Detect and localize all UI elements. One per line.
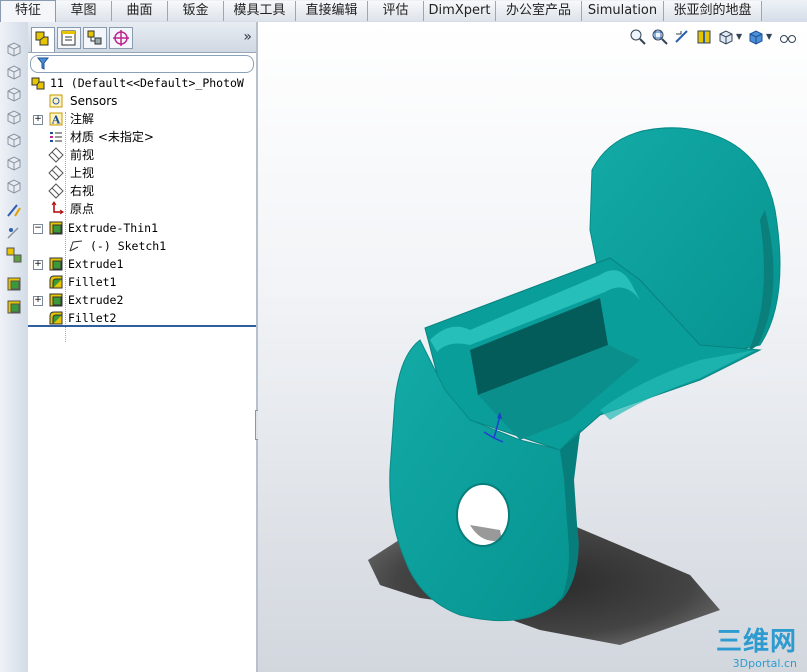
- feature-manager-icon: [35, 31, 49, 46]
- tree-item-label: Sensors: [70, 94, 118, 108]
- 3d-part-model[interactable]: [258, 22, 807, 672]
- cube-icon[interactable]: [5, 154, 23, 172]
- tab-sketch[interactable]: 草图: [56, 1, 112, 21]
- extrude-icon: [49, 257, 63, 271]
- expand-panel-button[interactable]: »: [243, 29, 252, 45]
- tree-item-label: 注解: [70, 112, 95, 126]
- plane-icon: [48, 165, 64, 181]
- expand-toggle[interactable]: +: [33, 115, 43, 125]
- watermark-logo: 三维网: [715, 627, 797, 657]
- graphics-area[interactable]: ▼ ▼ 三维网 3Dportal.cn: [258, 22, 807, 672]
- cube-icon[interactable]: [5, 85, 23, 103]
- cube-icon[interactable]: [5, 131, 23, 149]
- collapse-toggle[interactable]: −: [33, 224, 43, 234]
- cube-icon[interactable]: [5, 177, 23, 195]
- tab-office-products[interactable]: 办公室产品: [496, 1, 582, 21]
- tree-item-label: Extrude2: [68, 293, 124, 307]
- tree-item-label: (-) Sketch1: [90, 239, 167, 253]
- expand-toggle[interactable]: +: [33, 260, 43, 270]
- sensors-icon: [49, 94, 63, 108]
- tab-features[interactable]: 特征: [0, 0, 56, 22]
- command-manager-tabs: 特征 草图 曲面 钣金 模具工具 直接编辑 评估 DimXpert 办公室产品 …: [0, 0, 807, 23]
- tab-custom[interactable]: 张亚剑的地盘: [664, 1, 762, 21]
- pattern-icon[interactable]: [5, 246, 23, 264]
- tree-item-label: 前视: [70, 148, 95, 162]
- rollback-bar[interactable]: [28, 325, 256, 327]
- svg-text:A: A: [51, 114, 61, 127]
- plane-icon: [48, 147, 64, 163]
- cube-icon[interactable]: [5, 63, 23, 81]
- extrude-icon: [49, 293, 63, 307]
- tab-surfaces[interactable]: 曲面: [112, 1, 168, 21]
- smart-dimension-icon[interactable]: [5, 202, 23, 220]
- tree-guide-line: [65, 112, 67, 342]
- reference-geometry-icon[interactable]: [5, 224, 23, 242]
- tab-dimxpert-manager[interactable]: [109, 27, 133, 49]
- tab-property-manager[interactable]: [57, 27, 81, 49]
- tree-item-label: Fillet1: [68, 275, 117, 289]
- extrude-icon[interactable]: [5, 275, 23, 293]
- watermark-url: 3Dportal.cn: [732, 657, 797, 670]
- tree-item-label: 原点: [70, 202, 95, 216]
- annotations-icon: A: [49, 112, 63, 127]
- expand-toggle[interactable]: +: [33, 296, 43, 306]
- property-manager-icon: [61, 30, 76, 46]
- cube-icon[interactable]: [5, 40, 23, 58]
- tree-item-label: 右视: [70, 184, 95, 198]
- extrude-cut-icon[interactable]: [5, 298, 23, 316]
- plane-icon: [48, 183, 64, 199]
- tree-item-label: Extrude-Thin1: [68, 221, 159, 235]
- left-toolbar: [0, 22, 29, 672]
- panel-tabs: »: [28, 22, 256, 53]
- tab-direct-editing[interactable]: 直接编辑: [296, 1, 368, 21]
- tree-item-label: 材质 <未指定>: [70, 130, 154, 144]
- tab-simulation[interactable]: Simulation: [582, 1, 664, 21]
- tab-feature-tree[interactable]: [31, 27, 55, 52]
- feature-filter-input[interactable]: [30, 55, 254, 73]
- feature-manager-panel: » 11 (Default<<Default>_PhotoW Sensors +…: [28, 22, 256, 672]
- tab-configuration-manager[interactable]: [83, 27, 107, 49]
- extrude-icon: [49, 221, 63, 235]
- tree-item-label: Extrude1: [68, 257, 124, 271]
- origin-icon: [51, 201, 64, 215]
- tab-mold-tools[interactable]: 模具工具: [224, 1, 296, 21]
- fillet-icon: [49, 275, 63, 289]
- tab-dimxpert[interactable]: DimXpert: [424, 1, 496, 21]
- filter-icon: [37, 57, 49, 70]
- material-icon: [50, 132, 62, 142]
- dimxpert-icon: [113, 30, 129, 46]
- sketch-icon: [69, 240, 83, 252]
- tree-item-label: 上视: [70, 166, 95, 180]
- tree-root-label: 11 (Default<<Default>_PhotoW: [50, 76, 244, 90]
- configuration-manager-icon: [87, 30, 102, 45]
- part-icon: [31, 77, 45, 90]
- fillet-icon: [49, 311, 63, 325]
- tab-evaluate[interactable]: 评估: [368, 1, 424, 21]
- cube-icon[interactable]: [5, 108, 23, 126]
- tab-sheet-metal[interactable]: 钣金: [168, 1, 224, 21]
